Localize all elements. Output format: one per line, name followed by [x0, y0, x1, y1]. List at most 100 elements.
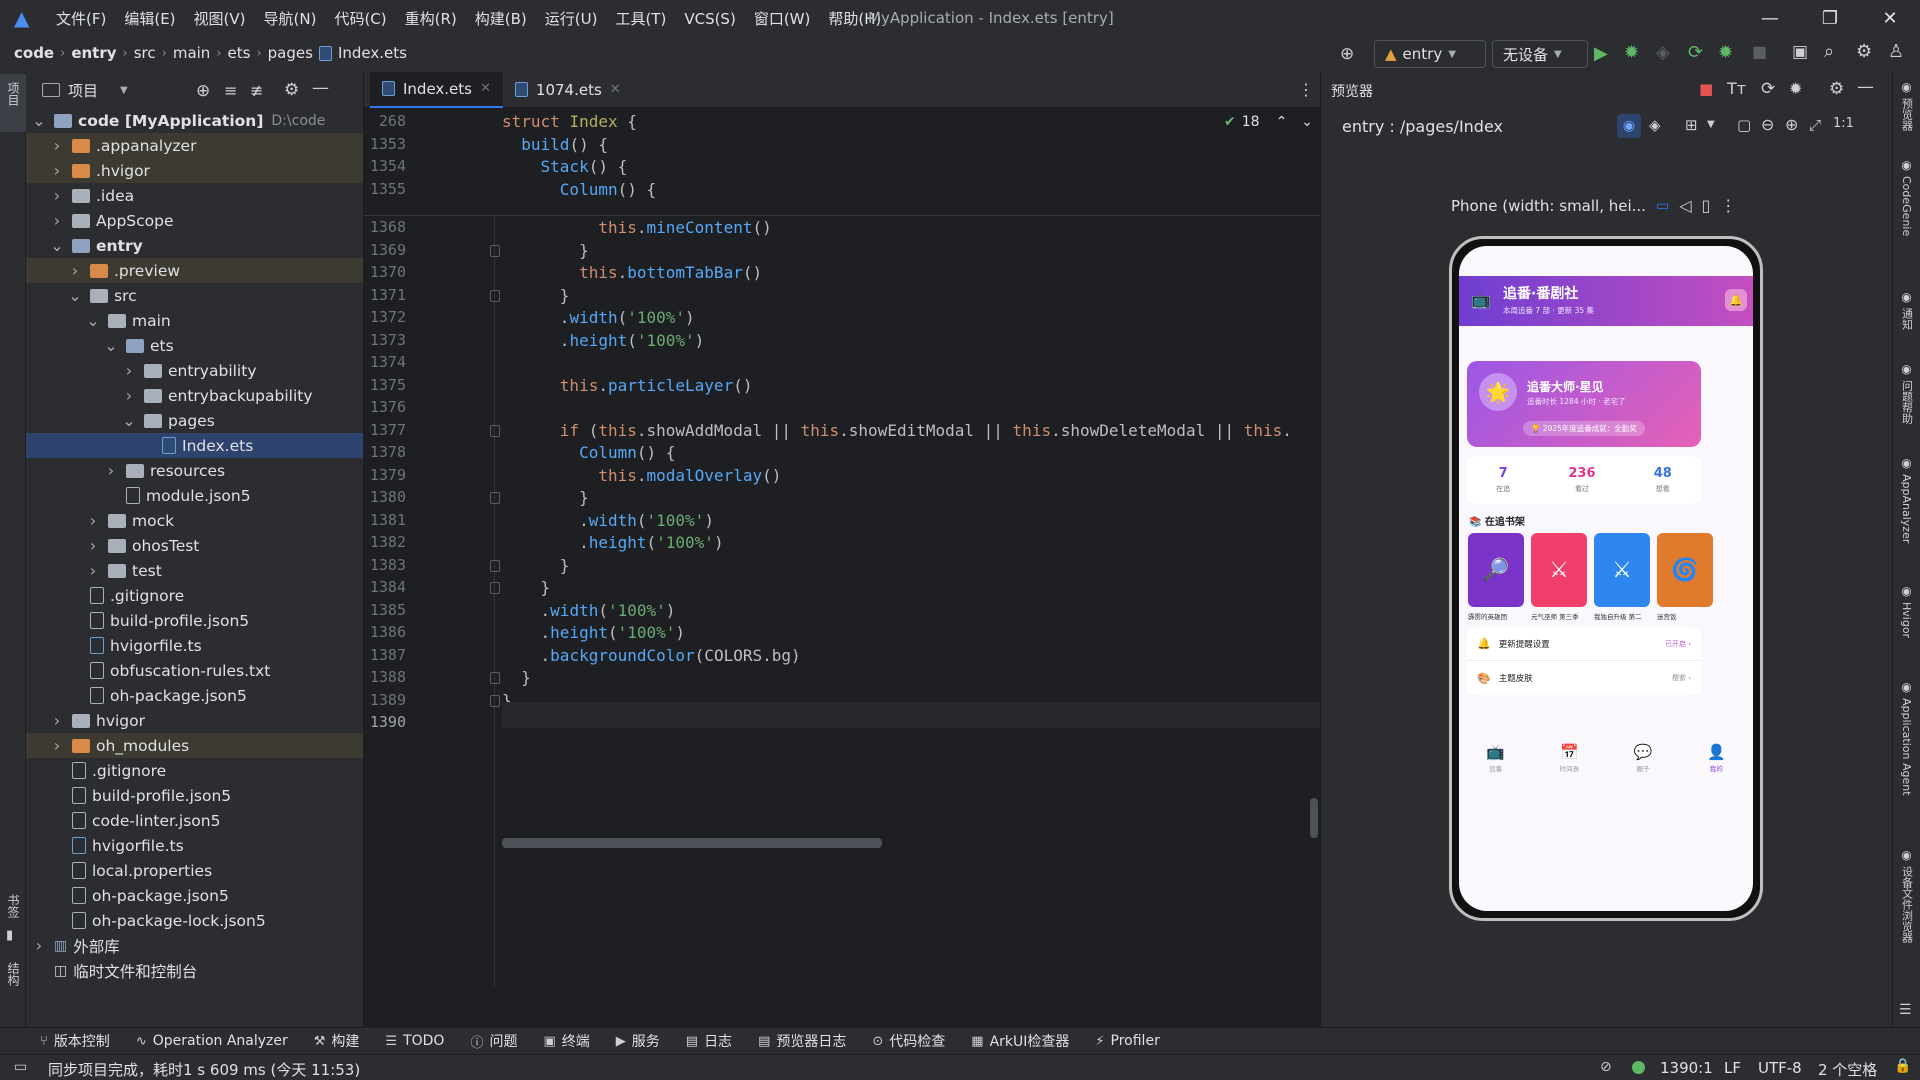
bookmarks-tool-label[interactable]: 书签	[5, 894, 22, 918]
tree-item[interactable]: obfuscation-rules.txt	[26, 658, 363, 683]
tree-item[interactable]: › resources	[26, 458, 363, 483]
tree-item[interactable]: ◫ 临时文件和控制台	[26, 958, 363, 983]
minimize-icon[interactable]: —	[1740, 0, 1800, 36]
tool-window-button[interactable]: ▣ 终端	[543, 1031, 589, 1051]
grid-icon[interactable]: ⊞	[1685, 116, 1698, 134]
tree-item[interactable]: › ohosTest	[26, 533, 363, 558]
collapse-all-icon[interactable]: ≢	[250, 81, 263, 100]
tool-window-button[interactable]: ☰ TODO	[385, 1033, 444, 1049]
panel-toggle-icon[interactable]: ▭	[14, 1059, 27, 1075]
fullscreen-icon[interactable]: ⤢	[1809, 116, 1821, 134]
stat-item[interactable]: 48 想看	[1654, 466, 1672, 494]
right-tool-button[interactable]: ◉ 通知	[1893, 290, 1920, 330]
attach-debugger-icon[interactable]: ◈	[1656, 42, 1670, 63]
tree-item[interactable]: › entrybackupability	[26, 383, 363, 408]
menu-item[interactable]: VCS(S)	[684, 10, 735, 28]
tool-window-button[interactable]: ⊙ 代码检查	[872, 1031, 945, 1051]
breadcrumb-item[interactable]: main	[173, 44, 210, 62]
chevron-right-icon[interactable]: ›	[50, 211, 64, 230]
vertical-scrollbar[interactable]	[1310, 798, 1318, 838]
app-tab[interactable]: 👤 我的	[1707, 743, 1726, 773]
refresh-icon[interactable]: ⟳	[1761, 79, 1775, 99]
breadcrumb-item[interactable]: Index.ets	[338, 44, 407, 62]
inspection-widget[interactable]: ✔ 18 ⌃ ⌄	[1224, 114, 1313, 130]
tree-item[interactable]: › oh_modules	[26, 733, 363, 758]
structure-tool-label[interactable]: 结构	[5, 962, 22, 986]
fold-marker-icon[interactable]	[490, 672, 500, 684]
actual-size-icon[interactable]: 1:1	[1833, 116, 1854, 131]
zoom-out-icon[interactable]: ⊖	[1761, 115, 1774, 134]
tree-item[interactable]: › entryability	[26, 358, 363, 383]
tool-window-button[interactable]: ⚒ 构建	[314, 1031, 360, 1051]
code-area[interactable]: 268 struct Index {1353 build() {1354 Stac…	[364, 108, 1320, 988]
tree-item[interactable]: ⌄ main	[26, 308, 363, 333]
chevron-right-icon[interactable]: ›	[50, 186, 64, 205]
chevron-down-icon[interactable]: ⌄	[122, 411, 136, 430]
chevron-down-icon[interactable]: ▼	[1707, 119, 1715, 130]
lock-icon[interactable]: 🔒	[1894, 1058, 1911, 1074]
right-tool-button[interactable]: ◉ Application Agent	[1893, 680, 1920, 796]
tree-item[interactable]: ⌄ src	[26, 283, 363, 308]
profile-run-icon[interactable]: ✹	[1718, 42, 1733, 63]
file-encoding[interactable]: UTF-8	[1758, 1059, 1802, 1077]
fit-icon[interactable]: ▢	[1737, 116, 1751, 134]
chevron-right-icon[interactable]: ›	[86, 561, 100, 580]
shelf-item[interactable]: ⚔ 元气巫师 第三季	[1531, 533, 1587, 621]
cursor-position[interactable]: 1390:1	[1660, 1059, 1713, 1077]
tab-index-ets[interactable]: Index.ets ✕	[370, 71, 503, 108]
debug-icon[interactable]: ✹	[1624, 42, 1639, 63]
breadcrumb-item[interactable]: pages	[268, 44, 313, 62]
fold-marker-icon[interactable]	[490, 559, 500, 572]
menu-item[interactable]: 构建(B)	[475, 8, 527, 29]
zoom-in-icon[interactable]: ⊕	[1785, 115, 1798, 134]
menu-item[interactable]: 代码(C)	[334, 8, 386, 29]
fold-marker-icon[interactable]	[490, 289, 500, 302]
indent-setting[interactable]: 2 个空格	[1818, 1059, 1877, 1080]
tree-item[interactable]: Index.ets	[26, 433, 363, 458]
locate-file-icon[interactable]: ⊕	[196, 81, 210, 101]
breadcrumb-item[interactable]: ets	[228, 44, 251, 62]
fold-marker-icon[interactable]	[490, 582, 500, 594]
account-icon[interactable]: ♙	[1888, 41, 1904, 62]
tree-item[interactable]: › .preview	[26, 258, 363, 283]
stop-icon[interactable]: ■	[1752, 42, 1767, 61]
app-tab[interactable]: 📅 时间表	[1560, 743, 1580, 773]
chevron-right-icon[interactable]: ›	[86, 511, 100, 530]
settings-row[interactable]: 🔔 更新提醒设置 已开启 ›	[1467, 627, 1701, 661]
fold-marker-icon[interactable]	[490, 424, 500, 437]
tree-item[interactable]: build-profile.json5	[26, 608, 363, 633]
tree-item[interactable]: hvigorfile.ts	[26, 833, 363, 858]
chevron-up-icon[interactable]: ⌃	[1276, 114, 1288, 130]
tree-item[interactable]: › hvigor	[26, 708, 363, 733]
chevron-right-icon[interactable]: ›	[122, 386, 136, 405]
more-tabs-icon[interactable]: ⋮	[1298, 80, 1314, 99]
tree-item[interactable]: .gitignore	[26, 758, 363, 783]
horizontal-scrollbar[interactable]	[502, 838, 882, 848]
inspector-icon[interactable]: ✹	[1789, 79, 1802, 98]
app-tab[interactable]: 📺 追番	[1486, 743, 1505, 773]
chevron-right-icon[interactable]: ›	[122, 361, 136, 380]
close-tab-icon[interactable]: ✕	[610, 82, 621, 97]
right-tool-button[interactable]: ◉ AppAnalyzer	[1893, 456, 1920, 543]
gear-icon[interactable]: ⚙	[284, 80, 299, 100]
chevron-down-icon[interactable]: ⌄	[86, 311, 100, 330]
rotate-icon[interactable]: ◁	[1679, 196, 1691, 215]
tool-window-button[interactable]: ⓘ 问题	[470, 1031, 517, 1051]
tree-item[interactable]: code-linter.json5	[26, 808, 363, 833]
fold-marker-icon[interactable]	[490, 244, 500, 257]
tree-item[interactable]: ⌄ code [MyApplication] D:\code	[26, 108, 363, 133]
tree-item[interactable]: .gitignore	[26, 583, 363, 608]
tree-item[interactable]: ⌄ pages	[26, 408, 363, 433]
chevron-right-icon[interactable]: ›	[50, 161, 64, 180]
settings-row[interactable]: 🎨 主题皮肤 樱紫 ›	[1467, 661, 1701, 695]
breadcrumb-item[interactable]: entry	[71, 44, 116, 62]
menu-item[interactable]: 工具(T)	[615, 8, 666, 29]
tree-item[interactable]: › test	[26, 558, 363, 583]
breadcrumb-item[interactable]: src	[134, 44, 156, 62]
fold-device-icon[interactable]: ▯	[1702, 196, 1711, 215]
multi-device-icon[interactable]: ▭	[1656, 198, 1669, 214]
apply-changes-icon[interactable]: ⟳	[1688, 42, 1703, 63]
menu-item[interactable]: 视图(V)	[194, 8, 246, 29]
tree-item[interactable]: hvigorfile.ts	[26, 633, 363, 658]
tree-item[interactable]: ⌄ entry	[26, 233, 363, 258]
